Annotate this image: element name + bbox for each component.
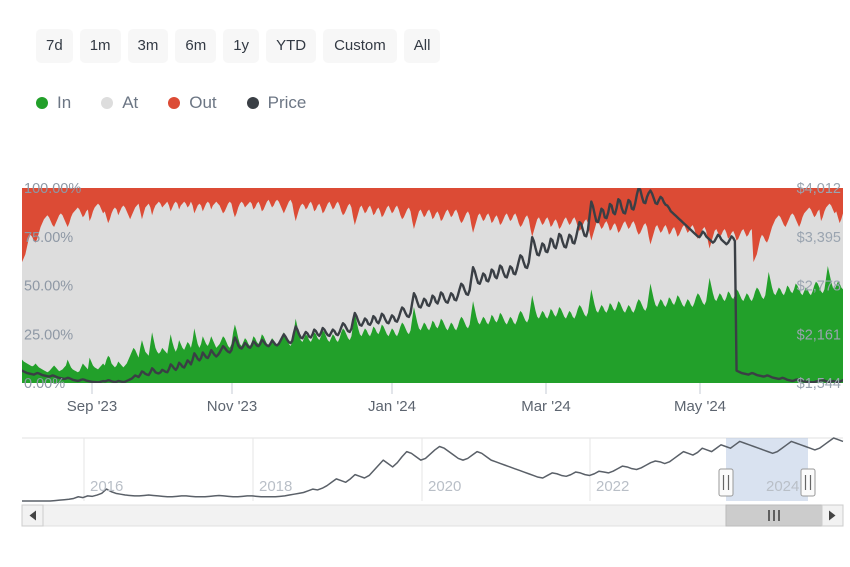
navigator-handle-left[interactable] — [718, 468, 734, 497]
scrollbar-thumb[interactable] — [725, 504, 823, 527]
range-button-1y[interactable]: 1y — [223, 29, 260, 63]
range-selector: 7d 1m 3m 6m 1y YTD Custom All — [36, 29, 441, 63]
navigator-scrollbar[interactable] — [21, 504, 844, 527]
x-axis-tick-label: Sep '23 — [67, 398, 117, 415]
range-button-7d[interactable]: 7d — [36, 29, 73, 63]
x-axis-tick-label: May '24 — [674, 398, 726, 415]
navigator-year-label: 2024 — [766, 478, 799, 495]
range-button-all[interactable]: All — [403, 29, 441, 63]
scrollbar-left-arrow-icon[interactable] — [21, 504, 44, 527]
y-axis-right-tick-label: $2,778 — [797, 279, 841, 295]
main-chart[interactable]: 0.00% 25.00% 50.00% 75.00% 100.00% $1,544 $2,… — [0, 160, 850, 420]
legend-label-at: At — [122, 93, 139, 112]
y-axis-left-tick-label: 50.00% — [24, 279, 73, 295]
legend-item-price[interactable]: Price — [246, 93, 307, 112]
navigator-year-label: 2020 — [428, 478, 461, 495]
navigator-year-label: 2016 — [90, 478, 123, 495]
x-axis-tick-label: Nov '23 — [207, 398, 257, 415]
range-button-custom[interactable]: Custom — [323, 29, 397, 63]
scrollbar-right-arrow-icon[interactable] — [821, 504, 844, 527]
legend-label-out: Out — [189, 93, 217, 112]
y-axis-right-tick-label: $3,395 — [797, 230, 841, 246]
legend-item-in[interactable]: In — [36, 94, 71, 111]
navigator-year-label: 2022 — [596, 478, 629, 495]
legend-dot-icon — [168, 96, 181, 109]
y-axis-left-tick-label: 25.00% — [24, 327, 73, 343]
legend-item-out[interactable]: Out — [168, 93, 217, 112]
legend-dot-icon — [101, 96, 114, 109]
x-axis-tick-label: Mar '24 — [521, 398, 571, 415]
y-axis-right-tick-label: $2,161 — [797, 327, 841, 343]
stacked-area-plot — [22, 188, 843, 383]
y-axis-left-tick-label: 100.00% — [24, 181, 81, 197]
y-axis-right-tick-label: $4,012 — [797, 181, 841, 197]
legend-label-in: In — [57, 93, 72, 112]
y-axis-left-tick-label: 0.00% — [24, 376, 65, 392]
range-button-ytd[interactable]: YTD — [266, 29, 317, 63]
navigator[interactable]: 2016 2018 2020 2022 2024 — [0, 428, 850, 538]
range-button-6m[interactable]: 6m — [175, 29, 217, 63]
x-axis-labels: Sep '23 Nov '23 Jan '24 Mar '24 May '24 — [67, 398, 726, 415]
scrollbar-track[interactable] — [21, 504, 844, 527]
legend-item-at[interactable]: At — [101, 94, 138, 111]
y-axis-left-tick-label: 75.00% — [24, 230, 73, 246]
legend-dot-icon — [246, 96, 259, 109]
range-button-3m[interactable]: 3m — [127, 29, 169, 63]
chart-legend: In At Out Price — [36, 94, 306, 111]
legend-dot-icon — [36, 96, 48, 109]
range-button-1m[interactable]: 1m — [79, 29, 121, 63]
navigator-year-label: 2018 — [259, 478, 292, 495]
navigator-handle-right[interactable] — [800, 468, 816, 497]
y-axis-right-tick-label: $1,544 — [797, 376, 841, 392]
x-axis-ticks — [91, 383, 701, 394]
legend-label-price: Price — [267, 93, 307, 112]
x-axis-tick-label: Jan '24 — [368, 398, 416, 415]
